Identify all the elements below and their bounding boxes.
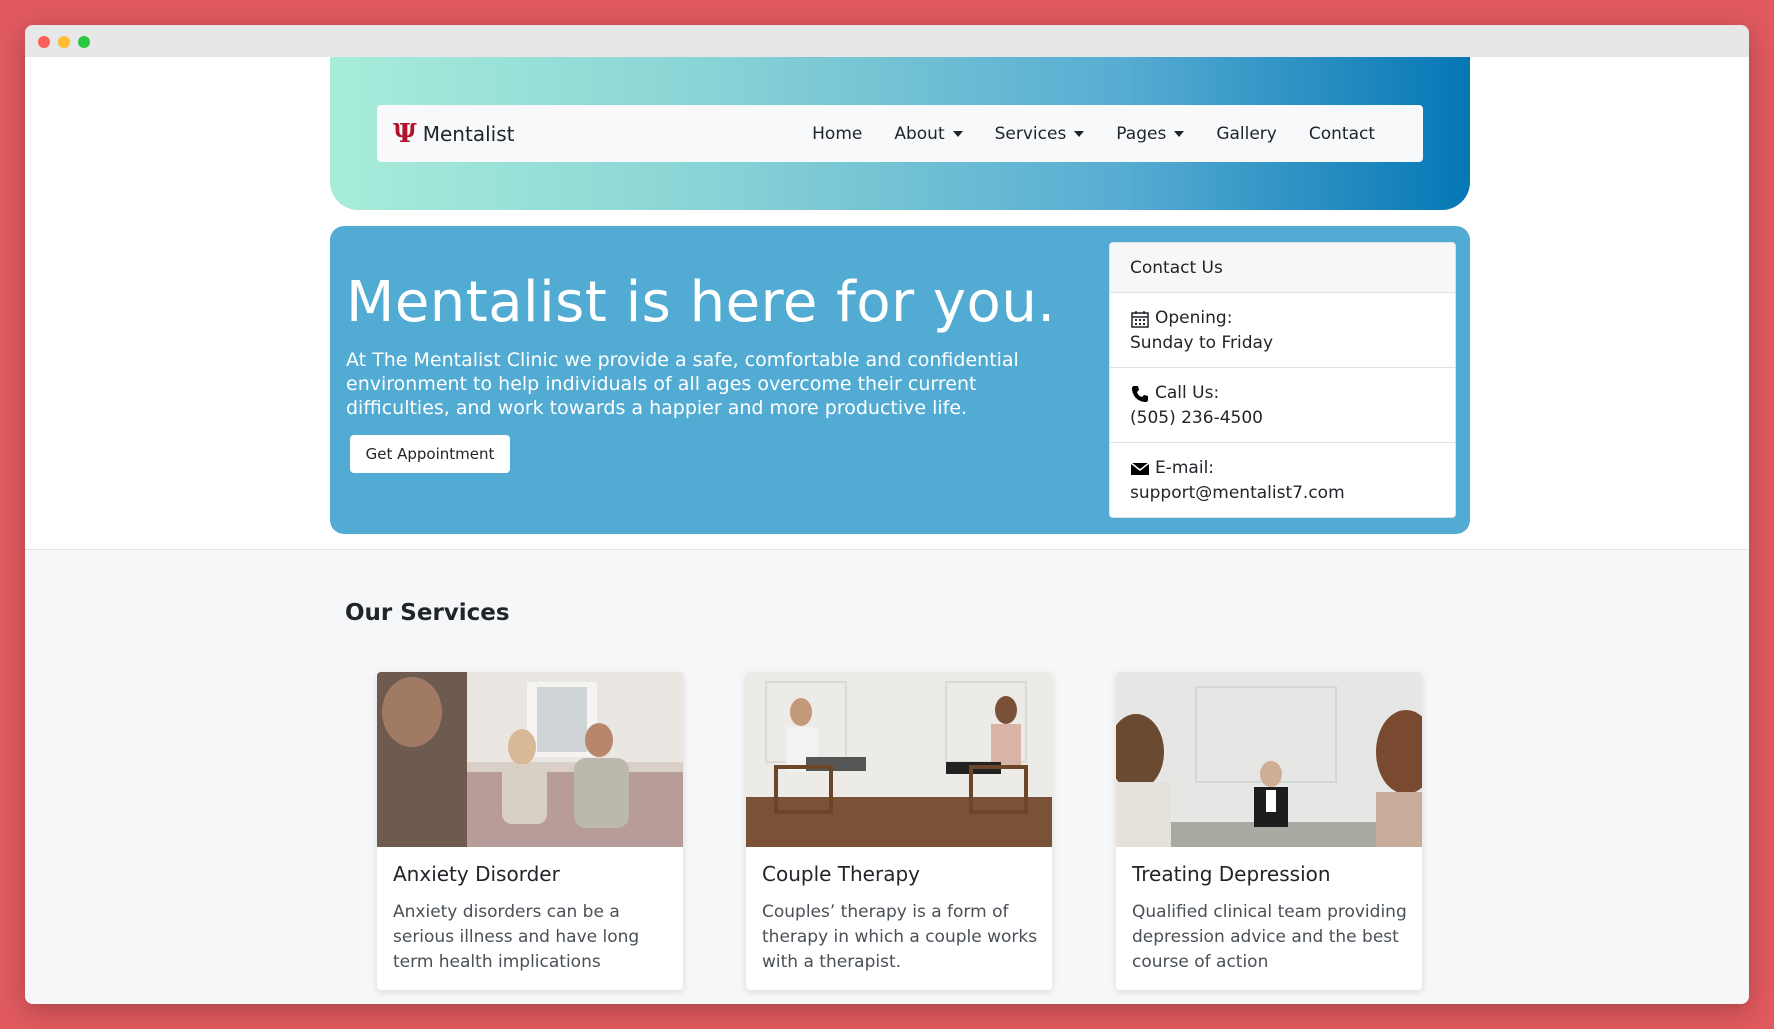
nav-services-label: Services <box>994 123 1067 144</box>
service-image-couple <box>746 672 1052 847</box>
services-section: Our Services Anxiety Disorder Anxiety di… <box>25 550 1749 1004</box>
email-value[interactable]: support@mentalist7.com <box>1130 481 1435 506</box>
browser-window: Ψ Mentalist Home About Services Pages Ga… <box>25 25 1749 1004</box>
nav-contact-label: Contact <box>1308 123 1375 144</box>
call-value[interactable]: (505) 236-4500 <box>1130 406 1435 431</box>
nav-links: Home About Services Pages Gallery Contac… <box>796 116 1391 152</box>
header-banner: Ψ Mentalist Home About Services Pages Ga… <box>330 57 1470 210</box>
contact-opening: Opening: Sunday to Friday <box>1110 293 1455 368</box>
nav-gallery-label: Gallery <box>1216 123 1277 144</box>
service-text-couple: Couples’ therapy is a form of therapy in… <box>762 902 1038 972</box>
chevron-down-icon <box>952 130 963 137</box>
psi-logo-icon: Ψ <box>393 118 417 149</box>
contact-card-header: Contact Us <box>1110 243 1455 293</box>
nav-services-dropdown[interactable]: Services <box>979 116 1101 152</box>
page: Ψ Mentalist Home About Services Pages Ga… <box>25 57 1749 1004</box>
service-card-anxiety[interactable]: Anxiety Disorder Anxiety disorders can b… <box>377 672 683 990</box>
chevron-down-icon <box>1074 130 1085 137</box>
service-title-anxiety: Anxiety Disorder <box>393 862 560 886</box>
contact-email: E-mail: support@mentalist7.com <box>1110 443 1455 517</box>
contact-card: Contact Us Opening: Sunday to Friday Cal… <box>1109 242 1456 518</box>
nav-home-label: Home <box>812 123 863 144</box>
opening-label: Opening: <box>1155 308 1233 328</box>
close-window-button[interactable] <box>38 36 50 48</box>
window-titlebar <box>25 25 1749 57</box>
service-image-depression <box>1116 672 1422 847</box>
minimize-window-button[interactable] <box>58 36 70 48</box>
calendar-icon <box>1130 309 1150 329</box>
service-text-depression: Qualified clinical team providing depres… <box>1132 902 1407 972</box>
hero-section: Mentalist is here for you. At The Mental… <box>330 226 1470 534</box>
chevron-down-icon <box>1174 130 1185 137</box>
call-label: Call Us: <box>1155 383 1220 403</box>
hero-description: At The Mentalist Clinic we provide a saf… <box>346 349 1019 419</box>
phone-icon <box>1130 384 1150 404</box>
opening-value: Sunday to Friday <box>1130 333 1274 353</box>
nav-contact[interactable]: Contact <box>1293 116 1391 152</box>
service-title-depression: Treating Depression <box>1132 862 1331 886</box>
service-title-couple: Couple Therapy <box>762 862 920 886</box>
nav-about-label: About <box>894 123 945 144</box>
service-card-couple[interactable]: Couple Therapy Couples’ therapy is a for… <box>746 672 1052 990</box>
service-text-anxiety: Anxiety disorders can be a serious illne… <box>393 902 640 972</box>
brand[interactable]: Ψ Mentalist <box>393 121 514 147</box>
nav-pages-dropdown[interactable]: Pages <box>1100 116 1200 152</box>
contact-call: Call Us: (505) 236-4500 <box>1110 368 1455 443</box>
nav-gallery[interactable]: Gallery <box>1200 116 1293 152</box>
services-title: Our Services <box>345 600 510 626</box>
nav-about-dropdown[interactable]: About <box>878 116 978 152</box>
envelope-icon <box>1130 459 1150 479</box>
service-card-depression[interactable]: Treating Depression Qualified clinical t… <box>1116 672 1422 990</box>
brand-name: Mentalist <box>422 121 515 146</box>
service-image-anxiety <box>377 672 683 847</box>
maximize-window-button[interactable] <box>78 36 90 48</box>
email-label: E-mail: <box>1155 458 1215 478</box>
get-appointment-button[interactable]: Get Appointment <box>350 435 510 473</box>
navbar: Ψ Mentalist Home About Services Pages Ga… <box>377 105 1423 162</box>
hero-title: Mentalist is here for you. <box>346 270 1056 335</box>
nav-home[interactable]: Home <box>796 116 878 152</box>
nav-pages-label: Pages <box>1116 123 1167 144</box>
